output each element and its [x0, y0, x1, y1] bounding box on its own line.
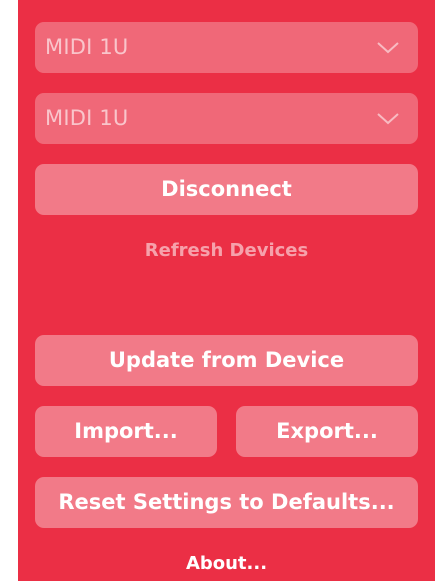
settings-panel: MIDI 1U MIDI 1U Disconnect Refresh Devic… — [18, 0, 435, 581]
chevron-down-icon — [377, 42, 399, 54]
input-device-select[interactable]: MIDI 1U — [35, 22, 418, 73]
about-link[interactable]: About... — [18, 553, 435, 574]
chevron-down-icon — [377, 113, 399, 125]
refresh-devices-link[interactable]: Refresh Devices — [18, 240, 435, 261]
import-button[interactable]: Import... — [35, 406, 217, 457]
input-device-value: MIDI 1U — [45, 35, 129, 59]
disconnect-button[interactable]: Disconnect — [35, 164, 418, 215]
output-device-select[interactable]: MIDI 1U — [35, 93, 418, 144]
update-from-device-button[interactable]: Update from Device — [35, 335, 418, 386]
reset-defaults-button[interactable]: Reset Settings to Defaults... — [35, 477, 418, 528]
output-device-value: MIDI 1U — [45, 106, 129, 130]
export-button[interactable]: Export... — [236, 406, 418, 457]
